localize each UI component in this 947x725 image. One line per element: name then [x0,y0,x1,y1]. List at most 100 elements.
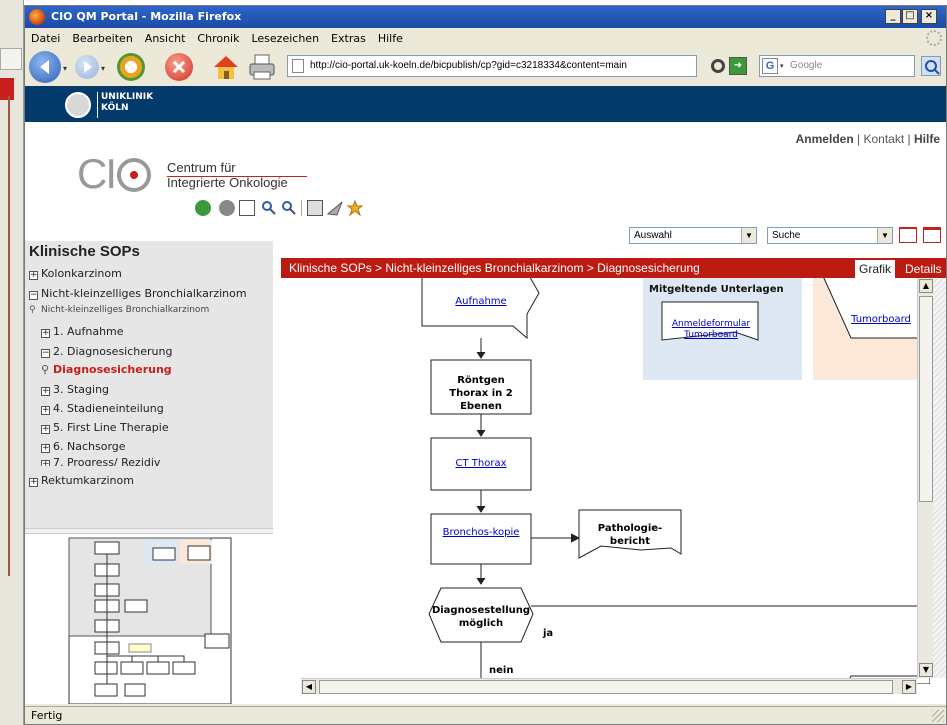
tree-label: 1. Aufnahme [53,325,124,338]
menu-hilfe[interactable]: Hilfe [378,32,403,45]
tree-item-diagnosesicherung-group[interactable]: −2. Diagnosesicherung [41,345,172,358]
reload-button[interactable] [117,53,145,81]
uniklinik-logo[interactable]: UNIKLINIK KÖLN [65,92,153,118]
google-engine-icon[interactable]: G [762,58,778,74]
edge-label-ja: ja [543,628,554,639]
logo-line2: KÖLN [101,103,129,113]
tab-details[interactable]: Details [901,260,946,278]
engine-dropdown-icon[interactable]: ▾ [780,62,784,70]
menu-lesezeichen[interactable]: Lesezeichen [251,32,319,45]
node-diagnosestellung[interactable]: Diagnosestellung möglich [429,604,533,632]
layout-rows-icon[interactable] [899,227,917,243]
zoom-in-icon[interactable] [261,200,277,216]
tree-label: Rektumkarzinom [41,474,134,487]
tree-item-diagnosesicherung-active[interactable]: ⚲ Diagnosesicherung [41,363,172,376]
doc-anmeldeformular-tumorboard[interactable]: Anmeldeformular Tumorboard [665,319,757,341]
favorite-star-icon[interactable] [346,199,364,217]
forward-button[interactable] [75,55,99,79]
node-roentgen-thorax[interactable]: Röntgen Thorax in 2 Ebenen [431,374,531,413]
url-bar[interactable]: http://cio-portal.uk-koeln.de/bicpublish… [287,55,697,77]
breadcrumb-text[interactable]: Klinische SOPs > Nicht-kleinzelliges Bro… [289,261,700,275]
web-page: UNIKLINIK KÖLN Anmelden | Kontakt | Hilf… [25,86,946,704]
tree-item-staging[interactable]: +3. Staging [41,383,109,396]
title-bar[interactable]: CIO QM Portal - Mozilla Firefox _ □ × [25,6,946,28]
cio-o-mark-icon [117,158,151,192]
contact-link[interactable]: Kontakt [863,132,904,146]
menu-bearbeiten[interactable]: Bearbeiten [72,32,132,45]
auswahl-value: Auswahl [634,230,672,241]
diagram-vertical-scrollbar[interactable]: ▲ ▼ [917,278,933,678]
tree-item-progress[interactable]: +7. Progress/ Rezidiv [41,456,160,466]
maximize-button[interactable]: □ [902,9,918,24]
send-icon[interactable] [326,200,343,216]
expand-icon[interactable]: + [41,387,50,396]
tree-item-stadieneinteilung[interactable]: +4. Stadieneinteilung [41,402,164,415]
expand-icon[interactable]: + [41,406,50,415]
forward-grey-icon[interactable] [219,200,235,216]
expand-icon[interactable]: + [29,478,38,487]
zoom-out-icon[interactable] [281,200,297,216]
go-button[interactable]: ➜ [729,57,747,75]
canvas-margin [933,278,946,678]
help-link[interactable]: Hilfe [914,132,940,146]
menu-extras[interactable]: Extras [331,32,366,45]
status-text: Fertig [31,709,63,722]
expand-icon[interactable]: + [41,460,50,466]
tree-item-nsclc-process[interactable]: ⚲ Nicht-kleinzelliges Bronchialkarzinom [29,305,209,315]
node-tumorboard[interactable]: Tumorboard [841,314,921,325]
screen: CIO QM Portal - Mozilla Firefox _ □ × Da… [0,0,947,725]
close-button[interactable]: × [921,9,937,24]
forward-history-dropdown-icon[interactable]: ▾ [101,64,105,73]
suche-select[interactable]: Suche ▼ [767,227,893,244]
expand-icon[interactable]: + [41,444,50,453]
tree-item-nsclc[interactable]: − Nicht-kleinzelliges Bronchialkarzinom [29,287,247,300]
scroll-thumb[interactable] [919,296,933,502]
print-button[interactable] [247,52,277,82]
stop-button[interactable] [165,53,193,81]
layout-frame-icon[interactable] [923,227,941,243]
menu-datei[interactable]: Datei [31,32,60,45]
bookmark-star-icon[interactable] [711,59,725,73]
tree-item-aufnahme[interactable]: +1. Aufnahme [41,325,124,338]
collapse-icon[interactable]: − [41,349,50,358]
menu-ansicht[interactable]: Ansicht [145,32,186,45]
back-button[interactable] [29,51,61,83]
node-bronchoskopie[interactable]: Bronchos-kopie [441,526,521,539]
cio-logo[interactable]: CI Centrum für Integrierte Onkologie [77,150,337,198]
scroll-up-arrow-icon[interactable]: ▲ [919,279,933,293]
expand-icon[interactable]: + [41,425,50,434]
search-button[interactable] [921,56,941,76]
back-history-dropdown-icon[interactable]: ▾ [63,64,67,73]
tree-item-kolonkarzinom[interactable]: + Kolonkarzinom [29,267,122,280]
auswahl-select[interactable]: Auswahl ▼ [629,227,757,244]
home-button[interactable] [211,52,241,82]
scroll-left-arrow-icon[interactable]: ◀ [302,680,316,694]
node-pathologiebericht[interactable]: Pathologie-bericht [585,522,675,548]
tree-item-nachsorge[interactable]: +6. Nachsorge [41,440,126,453]
tree-item-first-line[interactable]: +5. First Line Therapie [41,421,169,434]
web-search-input[interactable]: G ▾ Google [759,55,915,77]
expand-icon[interactable]: + [41,329,50,338]
collapse-icon[interactable]: − [29,291,38,300]
print-page-icon[interactable] [307,200,323,216]
logo-underline [167,176,307,177]
login-link[interactable]: Anmelden [796,132,854,146]
separator: | [857,132,861,146]
firefox-icon [29,9,45,25]
minimize-button[interactable]: _ [885,9,901,24]
diagram-horizontal-scrollbar[interactable]: ◀ ▶ [301,678,917,694]
expand-icon[interactable]: + [29,271,38,280]
node-ct-thorax[interactable]: CT Thorax [431,458,531,469]
scroll-right-arrow-icon[interactable]: ▶ [902,680,916,694]
tree-item-rektumkarzinom[interactable]: + Rektumkarzinom [29,474,134,487]
menu-chronik[interactable]: Chronik [197,32,239,45]
scroll-thumb[interactable] [319,680,893,694]
logo-line1: UNIKLINIK [101,92,154,102]
resize-grip-icon[interactable] [932,710,944,722]
back-green-icon[interactable] [195,200,211,216]
node-aufnahme[interactable]: Aufnahme [431,296,531,307]
tab-grafik[interactable]: Grafik [855,260,896,278]
document-icon[interactable] [239,200,255,216]
scroll-down-arrow-icon[interactable]: ▼ [919,663,933,677]
diagram-minimap[interactable] [25,533,273,704]
